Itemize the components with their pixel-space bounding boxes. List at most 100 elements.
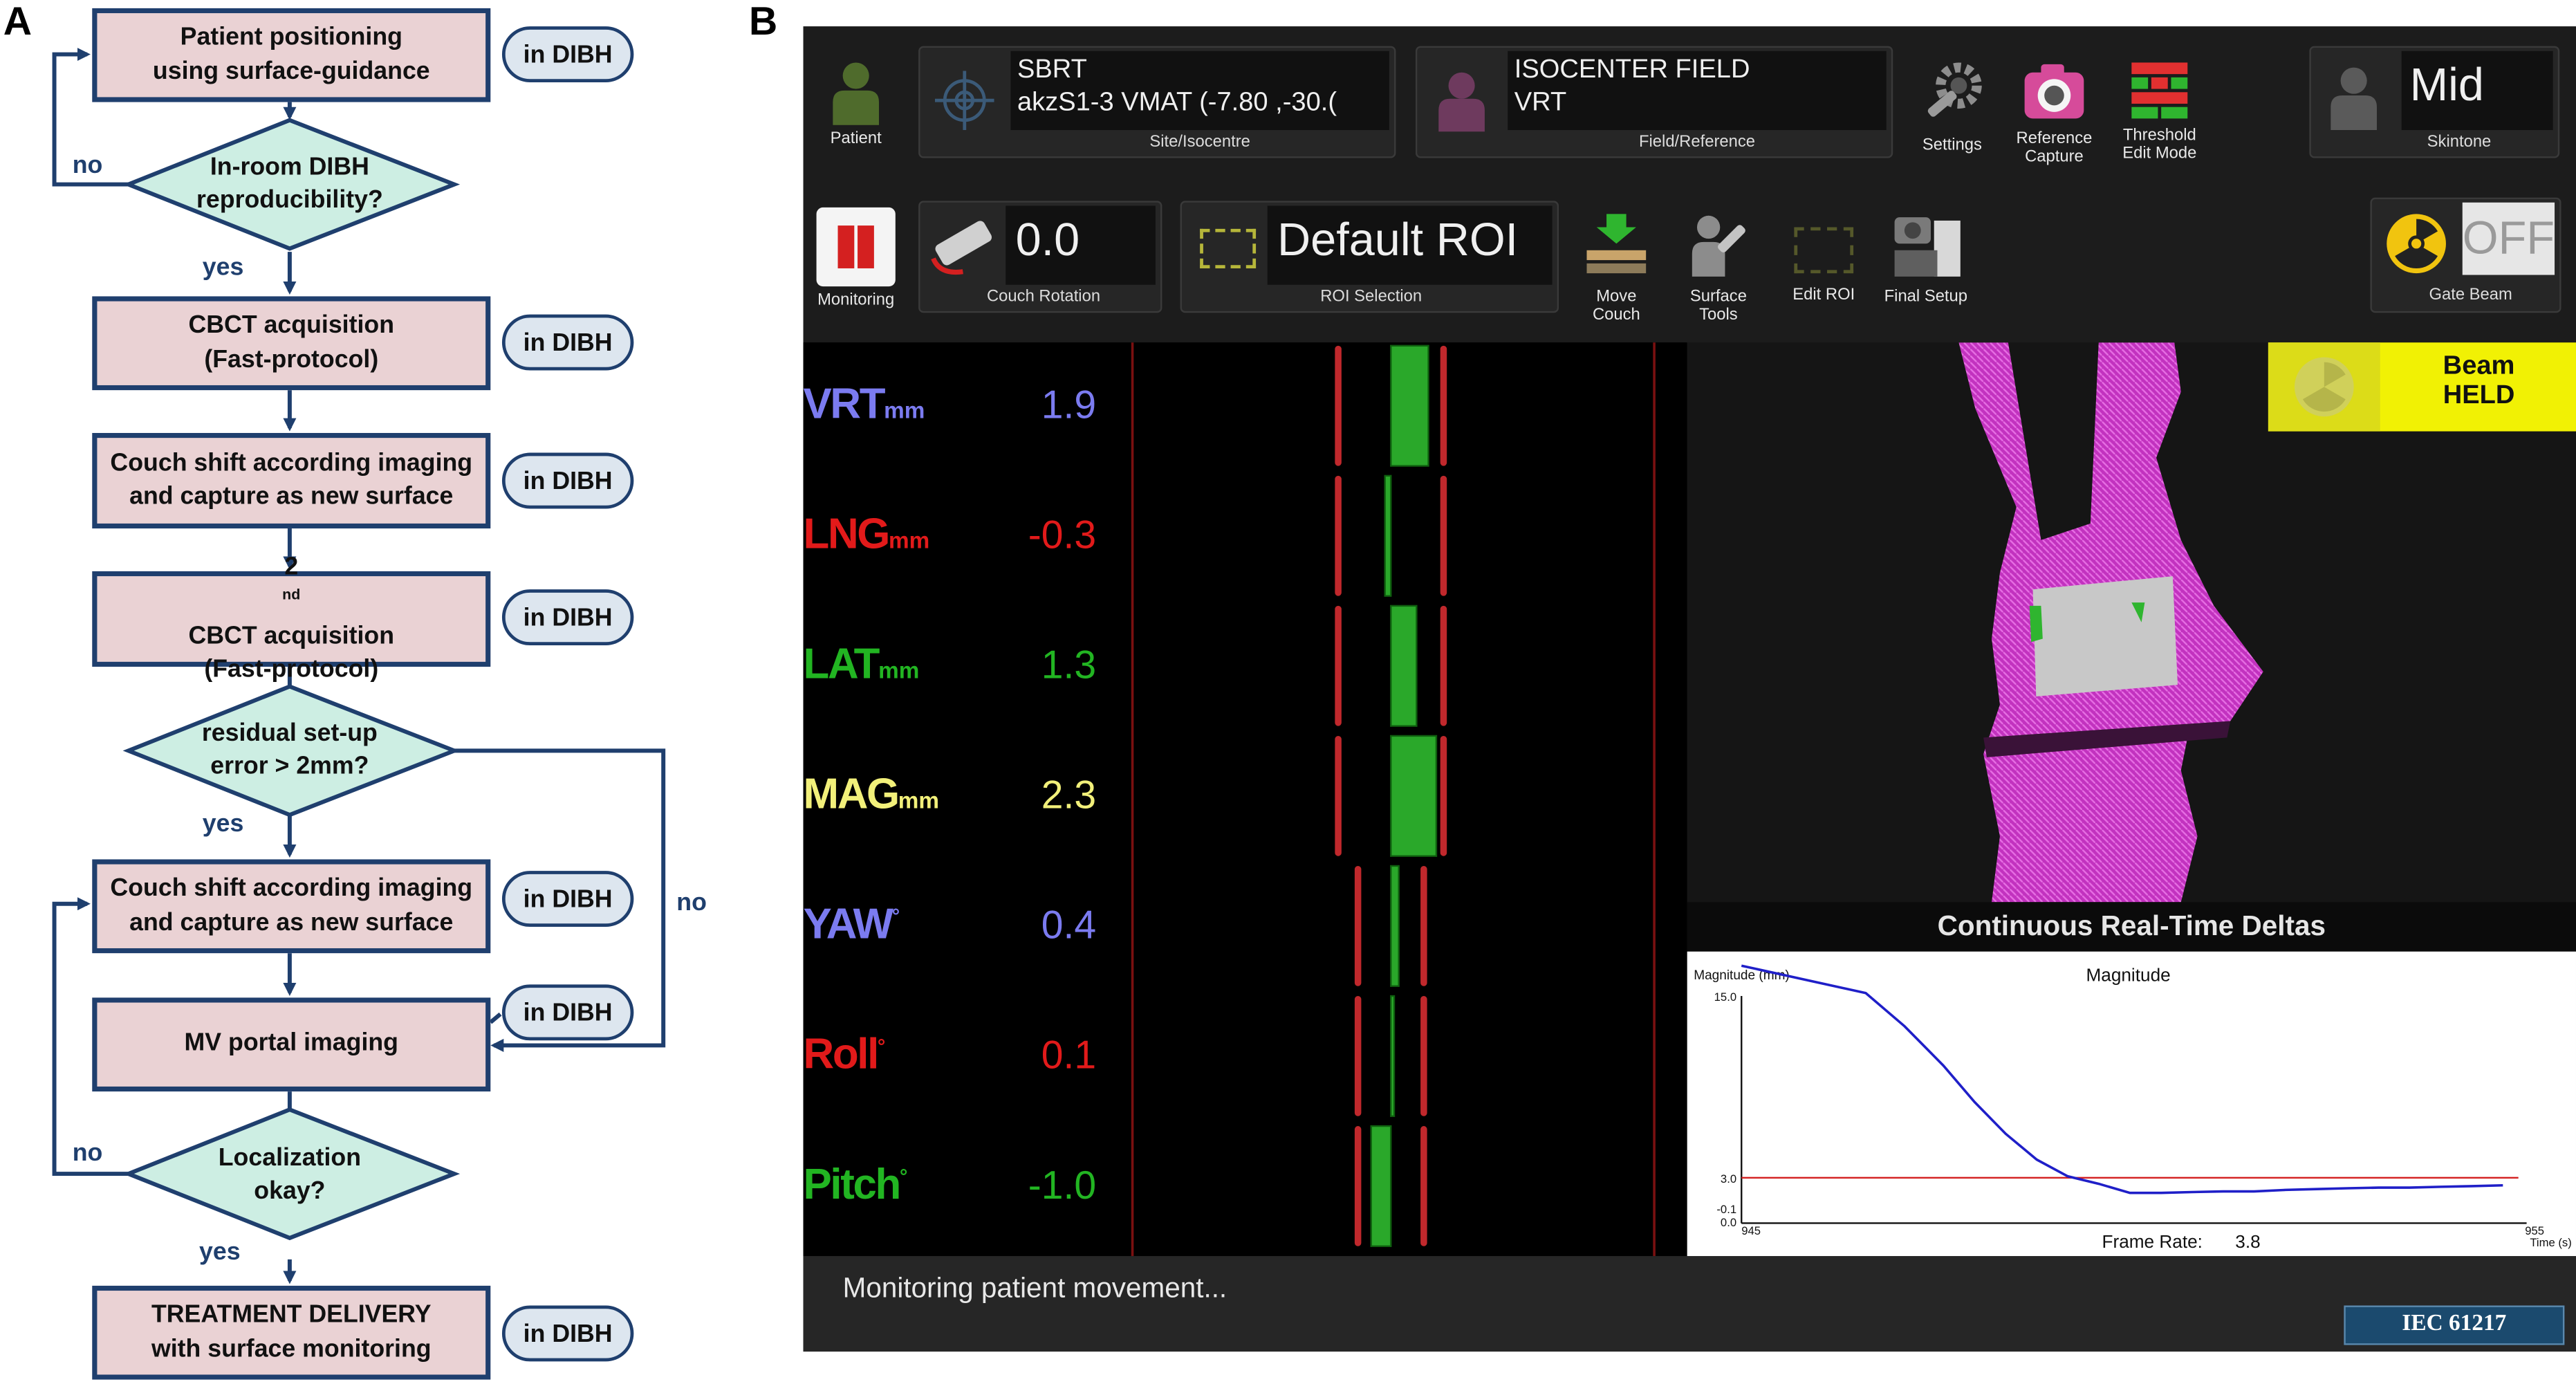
y-tick-label: 0.0 [1721, 1216, 1736, 1229]
roi-caption: ROI Selection [1320, 288, 1423, 306]
delta-value: 1.9 [1041, 383, 1097, 428]
status-message: Monitoring patient movement... [842, 1272, 1227, 1304]
patient-button[interactable]: Patient [813, 59, 899, 149]
couch-rotation-icon [931, 221, 992, 275]
yes-label-1: yes [202, 253, 244, 282]
move-couch-label-2: Couch [1592, 306, 1640, 324]
delta-row: MAGmm 2.3 [804, 732, 1687, 862]
delta-value: 0.4 [1041, 903, 1097, 948]
in-dibh-pill-2: in DIBH [501, 314, 634, 371]
delta-value: 0.1 [1041, 1033, 1097, 1079]
skintone-person-icon [2331, 67, 2377, 131]
delta-row: Roll° 0.1 [804, 993, 1687, 1123]
monitoring-button[interactable]: Monitoring [813, 207, 899, 310]
decision-1-text: In-room DIBH reproducibility? [196, 153, 383, 215]
crosshair-icon [934, 71, 994, 131]
in-dibh-pill-1: in DIBH [501, 26, 634, 83]
pause-icon [816, 207, 896, 287]
threshold-edit-mode-button[interactable]: Threshold Edit Mode [2107, 59, 2212, 163]
no-label-3: no [72, 1139, 103, 1168]
beam-status-indicator: Beam HELD [2268, 342, 2576, 432]
delta-name: Roll [803, 1028, 880, 1079]
roi-selection-control[interactable]: Default ROI ROI Selection [1180, 201, 1559, 313]
gate-beam-control[interactable]: OFF Gate Beam [2370, 197, 2561, 313]
surface-3d-view: Beam HELD [1687, 342, 2576, 903]
magnitude-chart-svg: Magnitude (mm) Magnitude 15.0 3.0 -0.10.0 9… [1694, 964, 2572, 1252]
decision-3-text: Localization okay? [218, 1144, 362, 1206]
move-couch-label-1: Move [1596, 288, 1637, 306]
wrench-gear-icon [1927, 62, 1982, 117]
edit-roi-icon [1794, 227, 1854, 274]
settings-label: Settings [1922, 136, 1982, 155]
edit-roi-label: Edit ROI [1792, 286, 1855, 305]
magnitude-chart-title: Magnitude [2086, 965, 2170, 986]
delta-label: Roll° [804, 1029, 886, 1080]
gate-beam-caption: Gate Beam [2429, 286, 2512, 305]
surface-tools-label-2: Tools [1699, 306, 1738, 324]
field-reference-selector[interactable]: ISOCENTER FIELD VRT Field/Reference [1415, 46, 1893, 158]
surface-tools-button[interactable]: Surface Tools [1672, 211, 1764, 324]
deltas-panel: VRTmm 1.9 LNGmm -0.3 LATmm 1.3 MAGmm 2.3 YAW° 0.4… [803, 342, 1687, 1257]
surface-tools-icon [1692, 215, 1745, 277]
edit-roi-button[interactable]: Edit ROI [1778, 227, 1870, 304]
delta-value: 2.3 [1041, 773, 1097, 818]
magnitude-series-line [1741, 964, 2503, 1194]
patient-label: Patient [830, 130, 882, 149]
delta-label: VRTmm [804, 378, 925, 430]
delta-unit: mm [878, 656, 920, 683]
radiation-icon [2387, 214, 2446, 274]
skintone-selector[interactable]: Mid Skintone [2309, 46, 2560, 158]
delta-label: LNGmm [804, 508, 930, 560]
delta-label: LATmm [804, 639, 920, 690]
x-tick-label: 945 [1741, 1224, 1761, 1237]
y-tick-label: -0.1 [1716, 1203, 1736, 1216]
couch-rotation-control[interactable]: 0.0 Couch Rotation [918, 201, 1162, 313]
delta-label: YAW° [804, 899, 900, 950]
threshold-label-1: Threshold [2122, 127, 2196, 145]
panel-b-letter: B [748, 0, 778, 45]
delta-row: YAW° 0.4 [804, 862, 1687, 993]
gate-beam-toggle[interactable]: OFF [2462, 202, 2555, 275]
reference-name: VRT [1514, 89, 1567, 117]
delta-name: MAG [803, 768, 900, 818]
delta-label: Pitch° [804, 1159, 908, 1210]
settings-button[interactable]: Settings [1906, 59, 1998, 155]
skintone-caption: Skintone [2427, 133, 2492, 151]
threshold-label-2: Edit Mode [2122, 145, 2197, 163]
step-mv-portal-imaging: MV portal imaging [92, 997, 491, 1092]
roi-icon [1200, 228, 1257, 268]
iec-coordinate-badge[interactable]: IEC 61217 [2344, 1305, 2565, 1345]
delta-name: VRT [803, 378, 886, 428]
no-label-2: no [676, 889, 707, 917]
y-tick-label: 3.0 [1721, 1172, 1736, 1185]
delta-unit: mm [898, 786, 940, 813]
delta-label: MAGmm [804, 769, 940, 820]
delta-unit: mm [889, 526, 930, 553]
monitoring-label: Monitoring [817, 291, 895, 310]
beam-status-line-2: HELD [2443, 382, 2515, 410]
delta-unit: ° [891, 904, 900, 928]
step-treatment-delivery: TREATMENT DELIVERY with surface monitorin… [92, 1285, 491, 1380]
delta-value: -0.3 [1028, 513, 1097, 558]
couch-rotation-value: 0.0 [1015, 214, 1080, 266]
delta-value: -1.0 [1028, 1163, 1097, 1209]
isocentre-name: akzS1-3 VMAT (-7.80 ,-30.( [1017, 89, 1337, 117]
delta-name: Pitch [803, 1159, 902, 1209]
patient-icon [833, 62, 880, 125]
beam-status-line-1: Beam [2443, 352, 2515, 380]
threshold-grid-icon [2131, 62, 2188, 119]
site-isocentre-selector[interactable]: SBRT akzS1-3 VMAT (-7.80 ,-30.( Site/Iso… [918, 46, 1396, 158]
delta-unit: ° [877, 1034, 886, 1058]
site-name: SBRT [1017, 55, 1087, 84]
decision-2-text: residual set-up error > 2mm? [201, 719, 378, 781]
move-couch-button[interactable]: Move Couch [1570, 211, 1662, 324]
magnitude-y-axis-label: Magnitude (mm) [1694, 968, 1790, 983]
step-patient-positioning: Patient positioning using surface-guidanc… [92, 8, 491, 102]
reference-capture-button[interactable]: Reference Capture [2001, 59, 2106, 166]
skintone-value: Mid [2409, 59, 2485, 111]
y-tick-label: 15.0 [1714, 990, 1736, 1004]
move-couch-icon [1586, 214, 1647, 274]
magnitude-x-axis-label: Time (s) [2530, 1236, 2571, 1249]
in-dibh-pill-3: in DIBH [501, 452, 634, 509]
final-setup-button[interactable]: Final Setup [1876, 207, 1975, 306]
